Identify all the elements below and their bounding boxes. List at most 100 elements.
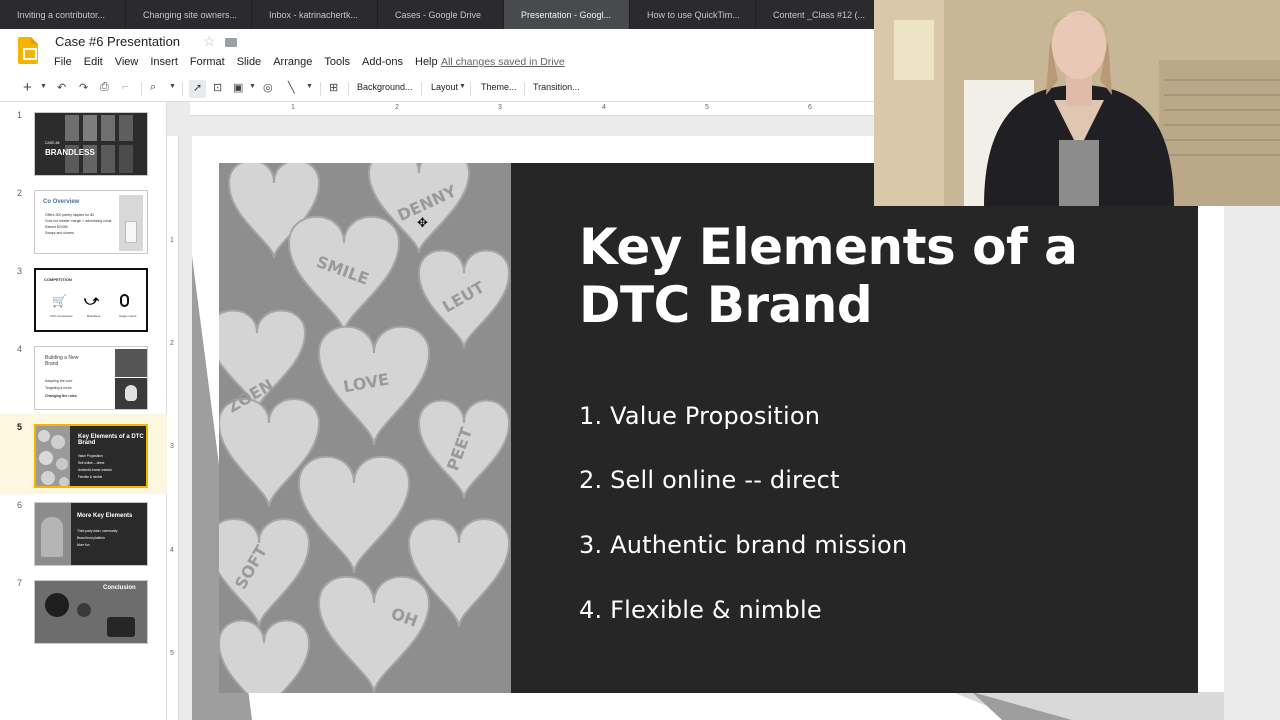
ruler-number: 4 (170, 547, 174, 554)
new-slide-icon[interactable]: + (23, 79, 32, 96)
thumb-label: Brandless (87, 314, 101, 318)
candy-hearts-image[interactable]: DENNY SMILE LEUT ZOEN LOVE PEET SOFT OH (219, 163, 511, 693)
slide-number: 4 (17, 344, 23, 354)
line-icon[interactable]: ╲ (288, 81, 295, 94)
slide-thumbnail[interactable]: COMPETITION 🛒 ⤻ CPG Companies Brandless … (34, 268, 148, 332)
text-box-icon[interactable]: ⊡ (213, 81, 222, 94)
theme-button[interactable]: Theme... (481, 82, 517, 92)
thumb-line: Third-party data / community (77, 529, 118, 533)
slide-bullet[interactable]: 4. Flexible & nimble (579, 596, 822, 624)
slide-number: 7 (17, 578, 23, 588)
toolbar-divider (524, 82, 525, 96)
menu-format[interactable]: Format (190, 56, 225, 68)
thumb-title: Co Overview (43, 199, 80, 205)
slides-logo-icon[interactable] (18, 37, 38, 64)
shape-icon[interactable]: ◎ (263, 81, 273, 94)
thumb-line: Cuts out retailer margin + advertising c… (45, 219, 112, 223)
folder-icon[interactable] (225, 38, 237, 47)
rabbit-graphic (125, 385, 137, 401)
browser-tab[interactable]: Inbox - katrinachertk... (252, 0, 378, 29)
paint-format-icon[interactable]: ⌐ (122, 81, 128, 93)
thumb-line: More fun (77, 543, 90, 547)
chevron-down-icon[interactable]: ▼ (40, 83, 47, 90)
slide-bullet[interactable]: 1. Value Proposition (579, 402, 820, 430)
star-icon[interactable]: ☆ (203, 33, 216, 50)
slide-thumbnail[interactable]: Conclusion (34, 580, 148, 644)
redo-icon[interactable]: ↷ (79, 81, 88, 94)
slide-thumbnail-row[interactable]: 2 Co Overview Offers 300 pantry staples … (0, 180, 167, 254)
select-cursor-icon[interactable]: ➚ (193, 81, 202, 94)
mouse-icon (120, 294, 129, 307)
cart-icon: 🛒 (52, 294, 67, 308)
thumb-line: Offers 300 pantry staples for $3 (45, 213, 94, 217)
slide-number: 2 (17, 188, 23, 198)
menu-add-ons[interactable]: Add-ons (362, 56, 403, 68)
toolbar-divider (421, 82, 422, 96)
thumb-title: COMPETITION (44, 277, 72, 282)
menu-tools[interactable]: Tools (324, 56, 350, 68)
background-button[interactable]: Background... (357, 82, 413, 92)
ruler-number: 2 (395, 104, 399, 111)
undo-icon[interactable]: ↶ (57, 81, 66, 94)
thumb-line: Sell online -- direct (78, 461, 105, 465)
image-icon[interactable]: ▣ (233, 81, 243, 94)
slide-thumbnail-row[interactable]: 6 More Key Elements Third-party data / c… (0, 492, 167, 566)
menu-arrange[interactable]: Arrange (273, 56, 312, 68)
slide-bullet[interactable]: 3. Authentic brand mission (579, 531, 907, 559)
zoom-icon[interactable]: ⌕ (150, 81, 156, 94)
menu-edit[interactable]: Edit (84, 56, 103, 68)
browser-tab-active[interactable]: Presentation - Googl... (504, 0, 630, 29)
add-comment-icon[interactable]: ⊞ (329, 81, 338, 94)
browser-tab[interactable]: Inviting a contributor... (0, 0, 126, 29)
chevron-down-icon[interactable]: ▼ (459, 83, 466, 90)
chevron-down-icon[interactable]: ▼ (169, 83, 176, 90)
thumb-line: Brand trust platform (77, 536, 105, 540)
menu-view[interactable]: View (115, 56, 139, 68)
chevron-down-icon[interactable]: ▼ (249, 83, 256, 90)
browser-tab[interactable]: Cases - Google Drive (378, 0, 504, 29)
document-title[interactable]: Case #6 Presentation (55, 34, 180, 49)
browser-tab[interactable]: Content _Class #12 (... (756, 0, 882, 29)
arrow-icon: ⤻ (84, 292, 99, 308)
menu-help[interactable]: Help (415, 56, 438, 68)
slide-thumbnail[interactable]: CASE #6 BRANDLESS (34, 112, 148, 176)
print-icon[interactable]: ⎙ (100, 81, 109, 94)
slide-thumbnail-selected[interactable]: Key Elements of a DTC Brand Value Propos… (34, 424, 148, 488)
transition-button[interactable]: Transition... (533, 82, 580, 92)
menu-slide[interactable]: Slide (237, 56, 261, 68)
slide-title[interactable]: Key Elements of a DTC Brand (579, 218, 1099, 334)
browser-tab[interactable]: How to use QuickTim... (630, 0, 756, 29)
toolbar-divider (348, 82, 349, 96)
slide-thumbnail[interactable]: Co Overview Offers 300 pantry staples fo… (34, 190, 148, 254)
menu-insert[interactable]: Insert (150, 56, 178, 68)
slide-thumbnail[interactable]: Building a New Brand Adopting the core T… (34, 346, 148, 410)
pan-graphic (45, 593, 69, 617)
vertical-ruler[interactable]: 1 2 3 4 5 (167, 136, 179, 720)
slide-bullet[interactable]: 2. Sell online -- direct (579, 466, 840, 494)
slide-filmstrip: 1 CASE #6 BRANDLESS 2 Co Overview Offers… (0, 102, 167, 720)
slide-thumbnail[interactable]: More Key Elements Third-party data / com… (34, 502, 148, 566)
thumb-photo (115, 349, 147, 377)
thumb-title: Building a New Brand (45, 355, 79, 367)
slide-number: 3 (17, 266, 23, 276)
thumb-line: Changing the rules (45, 394, 77, 398)
slide-thumbnail-row[interactable]: 7 Conclusion (0, 570, 167, 644)
thumb-label: Happy Users (119, 314, 137, 318)
candy-hearts-graphic: DENNY SMILE LEUT ZOEN LOVE PEET SOFT OH (219, 163, 511, 693)
ruler-number: 1 (291, 104, 295, 111)
thumb-line: Authentic brand mission (78, 468, 113, 472)
save-status[interactable]: All changes saved in Drive (441, 56, 565, 68)
slide-thumbnail-row[interactable]: 3 COMPETITION 🛒 ⤻ CPG Companies Brandles… (0, 258, 167, 332)
thumb-title: Key Elements of a DTC Brand (78, 434, 144, 446)
slide-title-line: DTC Brand (579, 276, 873, 334)
slide-number: 6 (17, 500, 23, 510)
slide-thumbnail-row-selected[interactable]: 5 Key Elements of a DTC Brand Value Prop… (0, 414, 167, 494)
slide-thumbnail-row[interactable]: 1 CASE #6 BRANDLESS (0, 102, 167, 176)
slide-thumbnail-row[interactable]: 4 Building a New Brand Adopting the core… (0, 336, 167, 410)
menu-file[interactable]: File (54, 56, 72, 68)
thumb-label: CPG Companies (50, 314, 73, 318)
thumb-subtitle: CASE #6 (45, 141, 60, 145)
browser-tab[interactable]: Changing site owners... (126, 0, 252, 29)
chevron-down-icon[interactable]: ▼ (306, 83, 313, 90)
layout-button[interactable]: Layout (431, 82, 458, 92)
